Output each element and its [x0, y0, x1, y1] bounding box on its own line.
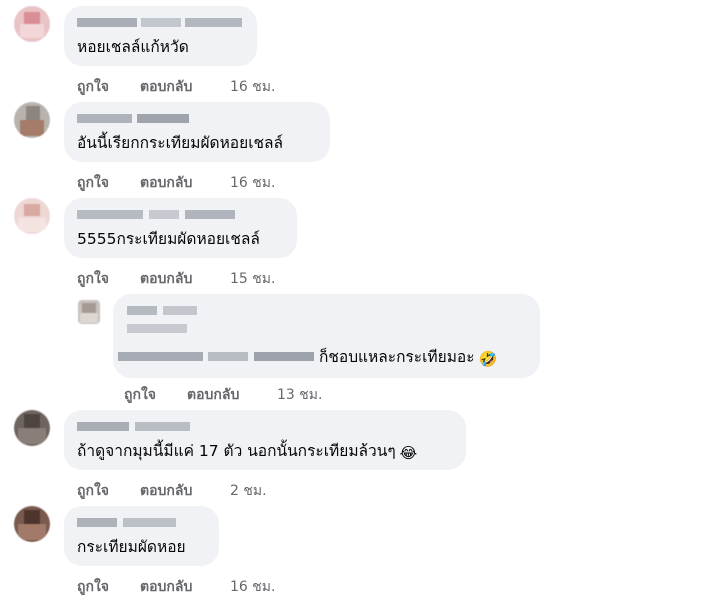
comment-bubble: ถ้าดูจากมุมนี้มีแค่ 17 ตัว นอกนั้นกระเที… — [64, 410, 466, 470]
joy-emoji-icon: 😂 — [399, 444, 418, 462]
comment-text: ก็ชอบแหละกระเทียมอะ 🤣 — [319, 347, 497, 369]
reply-button[interactable]: ตอบกลับ — [187, 384, 239, 406]
author-name-blurred[interactable] — [77, 18, 242, 27]
comment-bubble: หอยเชลล์แก้หวัด — [64, 6, 257, 66]
reply-button[interactable]: ตอบกลับ — [140, 76, 192, 98]
blurred-text — [127, 324, 187, 333]
comment-bubble: ก็ชอบแหละกระเทียมอะ 🤣 — [113, 294, 540, 378]
comment-text-body: ก็ชอบแหละกระเทียมอะ — [319, 348, 475, 366]
avatar[interactable] — [14, 198, 50, 234]
author-name-blurred[interactable] — [77, 422, 190, 431]
avatar[interactable] — [14, 410, 50, 446]
timestamp[interactable]: 15 ชม. — [230, 268, 275, 290]
rofl-emoji-icon: 🤣 — [478, 350, 498, 368]
comment-bubble: กระเทียมผัดหอย — [64, 506, 219, 566]
comment-text: 5555กระเทียมผัดหอยเชลล์ — [77, 230, 260, 248]
comment-text: อันนี้เรียกกระเทียมผัดหอยเชลล์ — [77, 134, 284, 152]
avatar[interactable] — [78, 300, 100, 324]
comment-bubble: อันนี้เรียกกระเทียมผัดหอยเชลล์ — [64, 102, 330, 162]
avatar[interactable] — [14, 6, 50, 42]
author-name-blurred[interactable] — [127, 306, 197, 315]
comment-text: กระเทียมผัดหอย — [77, 538, 186, 556]
comment-text: ถ้าดูจากมุมนี้มีแค่ 17 ตัว นอกนั้นกระเที… — [77, 441, 417, 463]
timestamp[interactable]: 16 ชม. — [230, 172, 275, 194]
reply-button[interactable]: ตอบกลับ — [140, 268, 192, 290]
author-name-blurred[interactable] — [77, 114, 189, 123]
blurred-text — [118, 352, 314, 361]
author-name-blurred[interactable] — [77, 518, 176, 527]
like-button[interactable]: ถูกใจ — [124, 384, 156, 406]
avatar[interactable] — [14, 102, 50, 138]
timestamp[interactable]: 16 ชม. — [230, 576, 275, 596]
like-button[interactable]: ถูกใจ — [77, 480, 109, 502]
timestamp[interactable]: 2 ชม. — [230, 480, 267, 502]
comment-bubble: 5555กระเทียมผัดหอยเชลล์ — [64, 198, 297, 258]
comment-text-body: ถ้าดูจากมุมนี้มีแค่ 17 ตัว นอกนั้นกระเที… — [77, 442, 396, 460]
like-button[interactable]: ถูกใจ — [77, 576, 109, 596]
avatar[interactable] — [14, 506, 50, 542]
comment-text: หอยเชลล์แก้หวัด — [77, 38, 189, 56]
author-name-blurred[interactable] — [77, 210, 235, 219]
like-button[interactable]: ถูกใจ — [77, 268, 109, 290]
like-button[interactable]: ถูกใจ — [77, 172, 109, 194]
reply-button[interactable]: ตอบกลับ — [140, 480, 192, 502]
reply-button[interactable]: ตอบกลับ — [140, 172, 192, 194]
timestamp[interactable]: 16 ชม. — [230, 76, 275, 98]
like-button[interactable]: ถูกใจ — [77, 76, 109, 98]
timestamp[interactable]: 13 ชม. — [277, 384, 322, 406]
reply-button[interactable]: ตอบกลับ — [140, 576, 192, 596]
